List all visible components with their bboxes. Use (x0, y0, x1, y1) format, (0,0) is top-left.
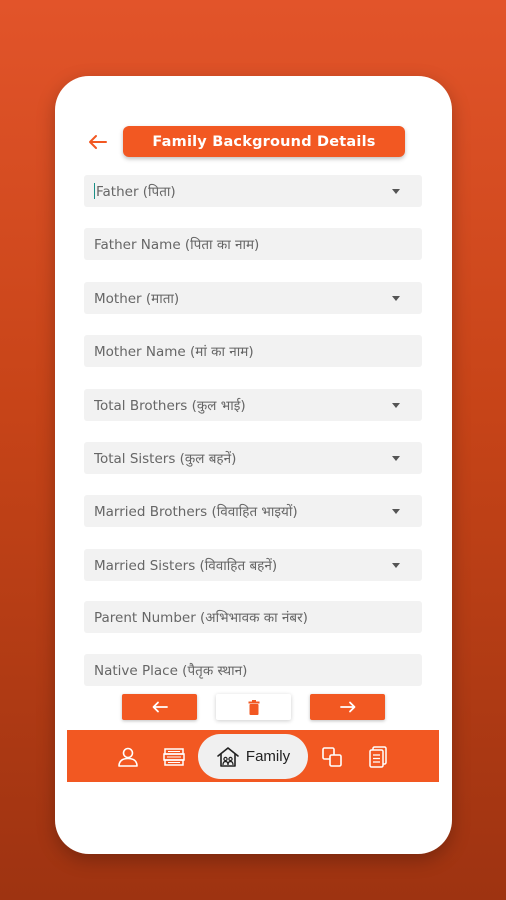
tab-family-label: Family (245, 748, 291, 765)
form-actions (55, 694, 452, 720)
native-place-placeholder: Native Place (पैतृक स्थान) (94, 663, 248, 679)
bottom-tab-bar: Family (67, 730, 439, 782)
mother-dropdown[interactable]: Mother (माता) (84, 282, 422, 314)
total-sisters-dropdown[interactable]: Total Sisters (कुल बहनें) (84, 442, 422, 474)
married-sisters-dropdown[interactable]: Married Sisters (विवाहित बहनें) (84, 549, 422, 581)
arrow-right-icon (339, 701, 355, 713)
tab-personal[interactable] (115, 744, 141, 770)
next-button[interactable] (310, 694, 385, 720)
parent-number-field[interactable]: Parent Number (अभिभावक का नंबर) (84, 601, 422, 633)
trash-icon (248, 699, 259, 715)
caret-down-icon (392, 455, 400, 461)
page-title: Family Background Details (123, 126, 405, 157)
total-sisters-label: Total Sisters (कुल बहनें) (94, 451, 237, 467)
tab-copy[interactable] (319, 744, 345, 770)
married-brothers-dropdown[interactable]: Married Brothers (विवाहित भाइयों) (84, 495, 422, 527)
tab-family[interactable]: Family (198, 734, 308, 779)
father-dropdown[interactable]: Father (पिता) (84, 175, 422, 207)
married-sisters-label: Married Sisters (विवाहित बहनें) (94, 558, 278, 574)
caret-down-icon (392, 188, 400, 194)
mother-name-placeholder: Mother Name (मां का नाम) (94, 344, 254, 360)
back-button[interactable] (85, 130, 109, 154)
father-dropdown-label: Father (पिता) (96, 184, 176, 200)
native-place-field[interactable]: Native Place (पैतृक स्थान) (84, 654, 422, 686)
mother-dropdown-label: Mother (माता) (94, 291, 180, 307)
delete-button[interactable] (216, 694, 291, 720)
previous-button[interactable] (122, 694, 197, 720)
documents-icon (369, 746, 387, 768)
text-cursor (94, 183, 95, 199)
parent-number-placeholder: Parent Number (अभिभावक का नंबर) (94, 610, 308, 626)
caret-down-icon (392, 295, 400, 301)
tab-education[interactable] (161, 744, 187, 770)
married-brothers-label: Married Brothers (विवाहित भाइयों) (94, 504, 298, 520)
caret-down-icon (392, 562, 400, 568)
mother-name-field[interactable]: Mother Name (मां का नाम) (84, 335, 422, 367)
app-screen: Family Background Details Father (पिता) … (55, 76, 452, 854)
arrow-left-icon (152, 701, 168, 713)
father-name-field[interactable]: Father Name (पिता का नाम) (84, 228, 422, 260)
person-icon (118, 747, 138, 767)
arrow-left-icon (89, 135, 107, 149)
copy-icon (322, 747, 342, 767)
father-name-placeholder: Father Name (पिता का नाम) (94, 237, 260, 253)
tab-documents[interactable] (365, 744, 391, 770)
education-icon (163, 748, 185, 766)
caret-down-icon (392, 402, 400, 408)
total-brothers-dropdown[interactable]: Total Brothers (कुल भाई) (84, 389, 422, 421)
caret-down-icon (392, 508, 400, 514)
family-home-icon (217, 746, 239, 767)
total-brothers-label: Total Brothers (कुल भाई) (94, 398, 246, 414)
header: Family Background Details (55, 124, 452, 160)
